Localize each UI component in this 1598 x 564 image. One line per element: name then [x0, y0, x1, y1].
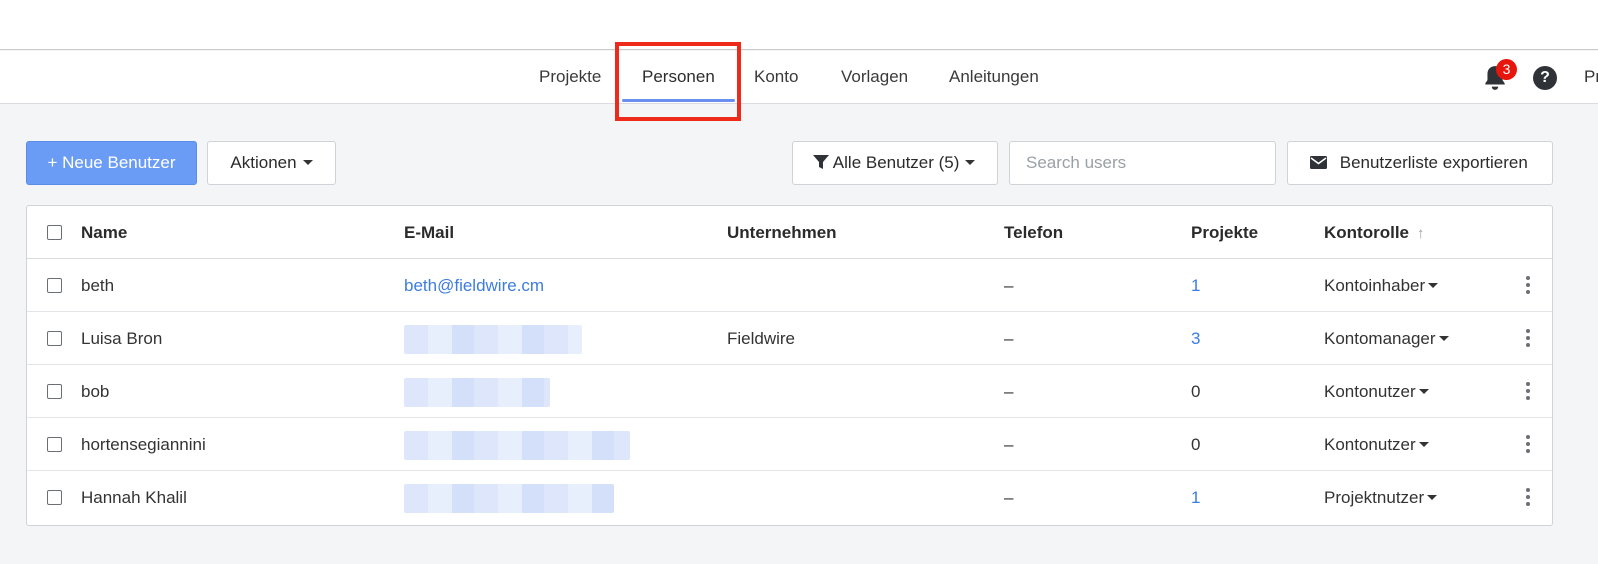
export-label: Benutzerliste exportieren — [1339, 153, 1528, 172]
chevron-down-icon — [1427, 495, 1438, 501]
select-all-checkbox[interactable] — [47, 225, 62, 240]
chevron-down-icon — [302, 160, 313, 166]
role-dropdown[interactable]: Kontoinhaber — [1324, 259, 1439, 312]
more-options-icon[interactable] — [1526, 382, 1530, 400]
new-user-button[interactable]: + Neue Benutzer — [26, 141, 197, 185]
user-name: Hannah Khalil — [81, 488, 187, 507]
table-row[interactable]: hortensegiannini – 0 Kontonutzer — [27, 418, 1552, 471]
profile-menu[interactable]: Pr — [1584, 51, 1598, 104]
more-options-icon[interactable] — [1526, 435, 1530, 453]
table-row[interactable]: Hannah Khalil – 1 Projektnutzer — [27, 471, 1552, 524]
chevron-down-icon — [1428, 283, 1439, 289]
help-icon[interactable]: ? — [1533, 66, 1557, 90]
user-phone: – — [1004, 382, 1014, 401]
redacted-email — [404, 325, 582, 354]
user-phone: – — [1004, 329, 1014, 348]
user-projects-count: 0 — [1191, 382, 1201, 401]
role-label: Kontonutzer — [1324, 435, 1416, 454]
row-checkbox[interactable] — [47, 437, 62, 452]
user-phone: – — [1004, 435, 1014, 454]
notification-badge: 3 — [1496, 59, 1517, 80]
table-row[interactable]: bob – 0 Kontonutzer — [27, 365, 1552, 418]
table-header: Name E-Mail Unternehmen Telefon Projekte… — [27, 206, 1552, 259]
filter-icon — [813, 155, 829, 170]
envelope-icon — [1310, 155, 1327, 169]
redacted-email — [404, 484, 614, 513]
user-phone: – — [1004, 276, 1014, 295]
column-header-name[interactable]: Name — [81, 206, 127, 259]
tab-projekte[interactable]: Projekte — [539, 51, 601, 104]
chevron-down-icon — [1418, 389, 1429, 395]
row-checkbox[interactable] — [47, 331, 62, 346]
user-company: Fieldwire — [727, 329, 796, 348]
users-table: Name E-Mail Unternehmen Telefon Projekte… — [26, 205, 1553, 526]
top-strip — [0, 0, 1598, 50]
row-checkbox[interactable] — [47, 278, 62, 293]
actions-button[interactable]: Aktionen — [207, 141, 336, 185]
column-header-email[interactable]: E-Mail — [404, 206, 454, 259]
role-dropdown[interactable]: Projektnutzer — [1324, 471, 1438, 524]
filter-label: Alle Benutzer (5) — [832, 153, 960, 172]
user-projects-link[interactable]: 3 — [1191, 312, 1200, 365]
export-users-button[interactable]: Benutzerliste exportieren — [1287, 141, 1553, 185]
role-dropdown[interactable]: Kontonutzer — [1324, 365, 1429, 418]
user-filter-dropdown[interactable]: Alle Benutzer (5) — [792, 141, 998, 185]
user-projects-link[interactable]: 1 — [1191, 471, 1200, 524]
role-label: Kontomanager — [1324, 329, 1436, 348]
column-header-phone[interactable]: Telefon — [1004, 206, 1063, 259]
role-dropdown[interactable]: Kontonutzer — [1324, 418, 1429, 471]
chevron-down-icon — [965, 160, 976, 166]
user-email-link[interactable]: beth@fieldwire.cm — [404, 259, 544, 312]
highlight-annotation — [615, 42, 741, 121]
user-name: hortensegiannini — [81, 435, 206, 454]
search-input[interactable] — [1009, 141, 1276, 185]
role-label: Kontoinhaber — [1324, 276, 1426, 295]
tab-vorlagen[interactable]: Vorlagen — [841, 51, 908, 104]
role-label: Kontonutzer — [1324, 382, 1416, 401]
row-checkbox[interactable] — [47, 490, 62, 505]
role-label: Projektnutzer — [1324, 488, 1425, 507]
role-header-label: Kontorolle — [1324, 223, 1409, 242]
chevron-down-icon — [1418, 442, 1429, 448]
chevron-down-icon — [1438, 336, 1449, 342]
tab-konto[interactable]: Konto — [754, 51, 798, 104]
user-name: Luisa Bron — [81, 329, 163, 348]
table-row[interactable]: beth beth@fieldwire.cm – 1 Kontoinhaber — [27, 259, 1552, 312]
redacted-email — [404, 431, 630, 460]
sort-ascending-icon: ↑ — [1417, 225, 1425, 242]
redacted-email — [404, 378, 550, 407]
column-header-role[interactable]: Kontorolle ↑ — [1324, 206, 1425, 260]
row-checkbox[interactable] — [47, 384, 62, 399]
user-name: bob — [81, 382, 110, 401]
column-header-company[interactable]: Unternehmen — [727, 206, 837, 259]
table-row[interactable]: Luisa Bron Fieldwire – 3 Kontomanager — [27, 312, 1552, 365]
more-options-icon[interactable] — [1526, 488, 1530, 506]
more-options-icon[interactable] — [1526, 329, 1530, 347]
main-navbar: Projekte Personen Konto Vorlagen Anleitu… — [0, 51, 1598, 104]
tab-anleitungen[interactable]: Anleitungen — [949, 51, 1039, 104]
actions-label: Aktionen — [230, 153, 297, 172]
more-options-icon[interactable] — [1526, 276, 1530, 294]
user-projects-link[interactable]: 1 — [1191, 259, 1200, 312]
column-header-projects[interactable]: Projekte — [1191, 206, 1258, 259]
user-projects-count: 0 — [1191, 435, 1201, 454]
role-dropdown[interactable]: Kontomanager — [1324, 312, 1449, 365]
user-phone: – — [1004, 488, 1014, 507]
user-name: beth — [81, 276, 115, 295]
